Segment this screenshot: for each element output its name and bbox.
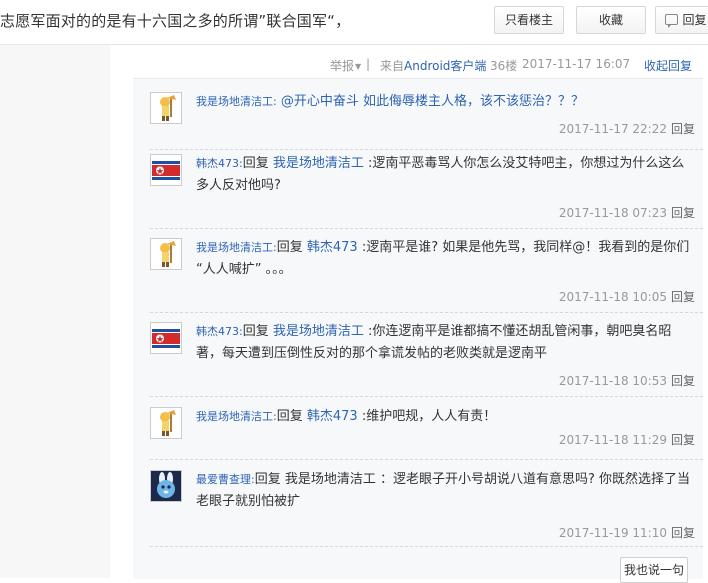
list-item: 韩杰473:回复 我是场地清洁工 :你连逻南平是谁都搞不懂还胡乱管闲事，朝吧臭名… <box>150 322 703 397</box>
reply-content: 我是场地清洁工:回复 韩杰473 :逻南平是谁? 如果是他先骂，我同样@！我看到… <box>196 237 696 281</box>
reply-button[interactable]: 回复 <box>655 6 708 34</box>
reply-link[interactable]: 回复 <box>671 433 695 447</box>
list-item: 韩杰473:回复 我是场地清洁工 :逻南平恶毒骂人你怎么没艾特吧主，你想过为什么… <box>150 154 703 229</box>
cleaner-avatar-icon <box>151 239 181 269</box>
only-author-button[interactable]: 只看楼主 <box>494 6 564 34</box>
avatar[interactable] <box>150 322 182 354</box>
reply-meta: 2017-11-18 11:29 回复 <box>559 431 695 448</box>
comment-icon <box>665 14 679 28</box>
reply-time: 2017-11-18 10:53 <box>558 374 667 388</box>
flag-avatar-icon <box>151 155 181 185</box>
avatar[interactable] <box>150 92 182 124</box>
reply-link[interactable]: 回复 <box>671 206 695 220</box>
reply-time: 2017-11-18 07:23 <box>558 206 667 220</box>
reply-content: 韩杰473:回复 我是场地清洁工 :逻南平恶毒骂人你怎么没艾特吧主，你想过为什么… <box>196 153 696 197</box>
reply-meta: 2017-11-18 10:05 回复 <box>559 288 695 305</box>
cleaner-avatar-icon <box>151 93 181 123</box>
reply-link[interactable]: 回复 <box>671 122 695 136</box>
username-link[interactable]: 韩杰473 <box>196 325 239 338</box>
reply-target-link[interactable]: 韩杰473 <box>307 409 358 424</box>
reply-content: 我是场地清洁工: @开心中奋斗 如此侮辱楼主人格，该不该惩治？？？ <box>196 91 696 113</box>
reply-word: 回复 <box>242 324 273 339</box>
reply-time: 2017-11-18 10:05 <box>558 290 667 304</box>
reply-target-link[interactable]: 我是场地清洁工 <box>273 156 364 171</box>
cleaner-avatar-icon <box>151 408 181 438</box>
reply-word: 回复 <box>276 240 307 255</box>
reply-content: 最爱曹查理:回复 我是场地清洁工 ：逻老眼子开小号胡说八道有意思吗? 你既然选择… <box>196 469 696 513</box>
username-link[interactable]: 我是场地清洁工 <box>196 95 273 108</box>
favorite-button[interactable]: 收藏 <box>576 6 646 34</box>
post-text-line: 志愿军面对的的是有十六国之多的所谓”联合国军“， <box>0 12 351 30</box>
report-link[interactable]: 举报▼ <box>330 57 361 74</box>
reply-text: @开心中奋斗 如此侮辱楼主人格，该不该惩治？？？ <box>280 94 584 109</box>
separator: | <box>366 57 371 71</box>
list-item: 最爱曹查理:回复 我是场地清洁工 ：逻老眼子开小号胡说八道有意思吗? 你既然选择… <box>150 470 703 547</box>
reply-meta: 2017-11-18 10:53 回复 <box>559 372 695 389</box>
reply-meta: 2017-11-17 22:22 回复 <box>559 120 695 137</box>
reply-meta: 2017-11-19 11:10 回复 <box>559 524 695 541</box>
colon: : <box>273 95 277 108</box>
avatar[interactable] <box>150 407 182 439</box>
reply-link[interactable]: 回复 <box>671 526 695 540</box>
left-sidebar <box>0 45 110 578</box>
reply-content: 我是场地清洁工:回复 韩杰473 :维护吧规，人人有责！ <box>196 406 696 428</box>
reply-time: 2017-11-18 11:29 <box>558 433 667 447</box>
list-item: 我是场地清洁工:回复 韩杰473 :维护吧规，人人有责！ 2017-11-18 … <box>150 407 703 460</box>
avatar[interactable] <box>150 154 182 186</box>
list-item: 我是场地清洁工:回复 韩杰473 :逻南平是谁? 如果是他先骂，我同样@！我看到… <box>150 238 703 313</box>
reply-target-link[interactable]: 韩杰473 <box>307 240 358 255</box>
avatar[interactable] <box>150 470 182 502</box>
avatar[interactable] <box>150 238 182 270</box>
reply-word: 回复 <box>276 409 307 424</box>
say-something-button[interactable]: 我也说一句 <box>620 557 688 583</box>
reply-word: 回复 <box>254 472 285 487</box>
username-link[interactable]: 我是场地清洁工 <box>196 410 273 423</box>
reply-word: 回复 <box>242 156 273 171</box>
rabbit-avatar-icon <box>151 471 181 501</box>
collapse-replies-link[interactable]: 收起回复 <box>644 57 692 74</box>
post-tail: 举报▼ | 来自Android客户端 36楼 2017-11-17 16:07 … <box>110 45 708 77</box>
reply-link[interactable]: 回复 <box>671 290 695 304</box>
client-source: 来自Android客户端 <box>380 57 486 74</box>
from-prefix: 来自 <box>380 59 405 73</box>
client-link[interactable]: Android客户端 <box>404 59 486 73</box>
list-item: 我是场地清洁工: @开心中奋斗 如此侮辱楼主人格，该不该惩治？？？ 2017-1… <box>150 92 703 150</box>
username-link[interactable]: 韩杰473 <box>196 157 239 170</box>
reply-panel: 我是场地清洁工: @开心中奋斗 如此侮辱楼主人格，该不该惩治？？？ 2017-1… <box>133 78 703 583</box>
username-link[interactable]: 最爱曹查理 <box>196 473 251 486</box>
reply-content: 韩杰473:回复 我是场地清洁工 :你连逻南平是谁都搞不懂还胡乱管闲事，朝吧臭名… <box>196 321 696 365</box>
reply-text: :维护吧规，人人有责！ <box>357 409 497 424</box>
floor-number: 36楼 <box>490 59 518 73</box>
username-link[interactable]: 我是场地清洁工 <box>196 241 273 254</box>
caret-down-icon: ▼ <box>355 62 362 71</box>
flag-avatar-icon <box>151 323 181 353</box>
post-time: 2017-11-17 16:07 <box>522 57 631 71</box>
reply-button-label: 回复 <box>682 13 707 27</box>
reply-target-link[interactable]: 我是场地清洁工 <box>273 324 364 339</box>
report-label: 举报 <box>330 59 355 73</box>
reply-link[interactable]: 回复 <box>671 374 695 388</box>
reply-time: 2017-11-17 22:22 <box>558 122 667 136</box>
reply-time: 2017-11-19 11:10 <box>558 526 667 540</box>
reply-meta: 2017-11-18 07:23 回复 <box>559 204 695 221</box>
thread-header: 志愿军面对的的是有十六国之多的所谓”联合国军“， 只看楼主 收藏 回复 <box>0 0 708 45</box>
